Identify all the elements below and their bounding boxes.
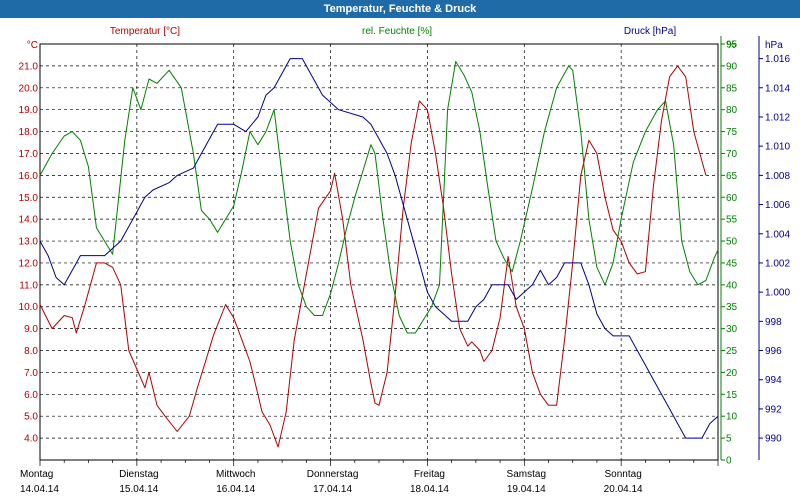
temperature-tick-label: 19.0 xyxy=(19,105,39,116)
pressure-tick-label: 1.014 xyxy=(765,83,790,94)
x-tick-date: 15.04.14 xyxy=(119,484,158,495)
x-tick-date: 20.04.14 xyxy=(604,484,643,495)
temperature-tick-label: 14.0 xyxy=(19,215,39,226)
humidity-series-label: rel. Feuchte [%] xyxy=(362,26,432,37)
humidity-tick-label: 25 xyxy=(726,346,738,357)
x-tick-day: Samstag xyxy=(507,469,546,480)
temperature-tick-label: 8.0 xyxy=(24,346,38,357)
temperature-unit-label: °C xyxy=(27,40,38,51)
temperature-series-label: Temperatur [°C] xyxy=(110,26,180,37)
pressure-tick-label: 1.012 xyxy=(765,112,790,123)
pressure-tick-label: 994 xyxy=(765,375,782,386)
x-tick-date: 18.04.14 xyxy=(410,484,449,495)
pressure-tick-label: 1.008 xyxy=(765,171,790,182)
pressure-tick-label: 1.010 xyxy=(765,142,790,153)
pressure-tick-label: 998 xyxy=(765,317,782,328)
humidity-tick-label: 90 xyxy=(726,61,738,72)
temperature-tick-label: 15.0 xyxy=(19,193,39,204)
temperature-tick-label: 17.0 xyxy=(19,149,39,160)
humidity-tick-label: 5 xyxy=(726,434,732,445)
humidity-tick-label: 50 xyxy=(726,237,738,248)
humidity-tick-label: 20 xyxy=(726,368,738,379)
humidity-tick-label: 15 xyxy=(726,390,738,401)
humidity-tick-label: 80 xyxy=(726,105,738,116)
temperature-tick-label: 21.0 xyxy=(19,61,39,72)
pressure-tick-label: 992 xyxy=(765,404,782,415)
x-tick-day: Donnerstag xyxy=(307,469,359,480)
x-tick-day: Dienstag xyxy=(119,469,158,480)
humidity-tick-label: 35 xyxy=(726,302,738,313)
x-tick-date: 17.04.14 xyxy=(313,484,352,495)
pressure-tick-label: 990 xyxy=(765,434,782,445)
temperature-tick-label: 12.0 xyxy=(19,258,39,269)
humidity-tick-label: 30 xyxy=(726,324,738,335)
humidity-tick-label: 70 xyxy=(726,149,738,160)
humidity-tick-label: 60 xyxy=(726,193,738,204)
humidity-tick-label: 55 xyxy=(726,215,738,226)
humidity-tick-label: 85 xyxy=(726,83,738,94)
humidity-tick-label: 0 xyxy=(726,456,732,467)
temperature-tick-label: 11.0 xyxy=(19,280,38,291)
temperature-tick-label: 10.0 xyxy=(19,302,39,313)
temperature-tick-label: 20.0 xyxy=(19,83,39,94)
humidity-unit-label: % xyxy=(727,40,736,51)
x-tick-date: 14.04.14 xyxy=(20,484,59,495)
humidity-tick-label: 65 xyxy=(726,171,738,182)
x-tick-date: 16.04.14 xyxy=(216,484,255,495)
pressure-tick-label: 1.002 xyxy=(765,258,790,269)
temperature-tick-label: 7.0 xyxy=(24,368,38,379)
humidity-tick-label: 75 xyxy=(726,127,738,138)
pressure-tick-label: 1.016 xyxy=(765,54,790,65)
humidity-tick-label: 10 xyxy=(726,412,738,423)
pressure-tick-label: 1.006 xyxy=(765,200,790,211)
pressure-tick-label: 1.000 xyxy=(765,288,790,299)
pressure-tick-label: 996 xyxy=(765,346,782,357)
x-tick-day: Freitag xyxy=(414,469,445,480)
temperature-tick-label: 18.0 xyxy=(19,127,39,138)
humidity-tick-label: 45 xyxy=(726,258,738,269)
x-tick-date: 19.04.14 xyxy=(507,484,546,495)
window-title: Temperatur, Feuchte & Druck xyxy=(0,0,800,18)
pressure-tick-label: 1.004 xyxy=(765,229,790,240)
temperature-tick-label: 13.0 xyxy=(19,237,39,248)
x-tick-day: Sonntag xyxy=(605,469,642,480)
temperature-tick-label: 4.0 xyxy=(24,434,38,445)
humidity-tick-label: 40 xyxy=(726,280,738,291)
pressure-series-label: Druck [hPa] xyxy=(624,26,676,37)
temperature-tick-label: 6.0 xyxy=(24,390,38,401)
weather-chart: 4.0 5.0 6.0 7.0 8.0 9.0 10.0 11.0 12.0 13.0 14.0 15… xyxy=(19,26,791,495)
temperature-tick-label: 5.0 xyxy=(24,412,38,423)
x-tick-day: Montag xyxy=(20,469,53,480)
x-tick-day: Mittwoch xyxy=(216,469,255,480)
pressure-unit-label: hPa xyxy=(765,40,783,51)
temperature-tick-label: 16.0 xyxy=(19,171,39,182)
temperature-tick-label: 9.0 xyxy=(24,324,38,335)
